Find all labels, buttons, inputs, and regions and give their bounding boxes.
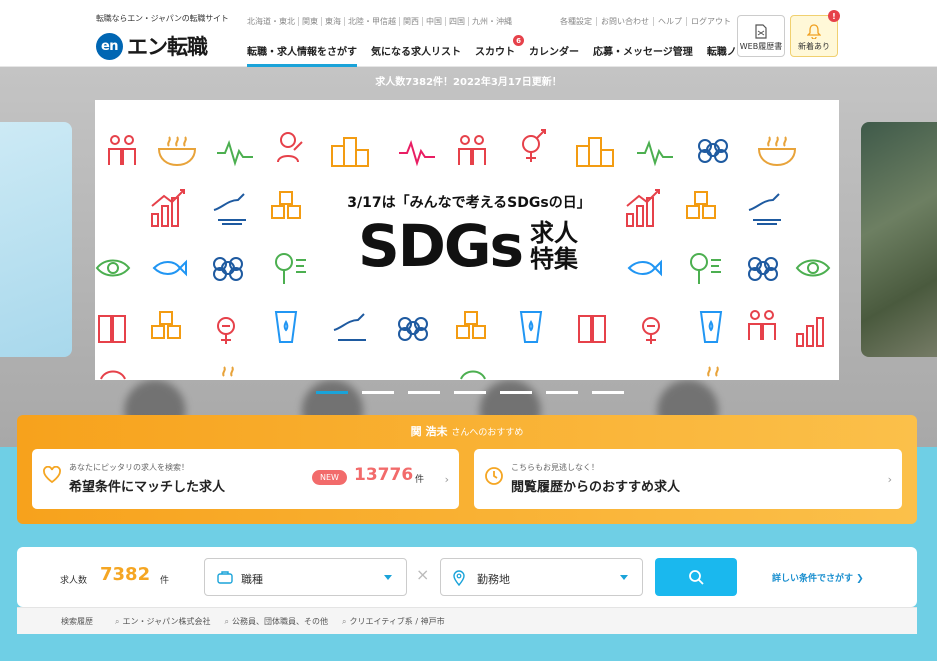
history-jobs-title: 閲覧履歴からのおすすめ求人 xyxy=(511,480,681,495)
times-icon: × xyxy=(416,565,430,584)
job-search-bar: 求人数 7382 件 職種 × 勤務地 詳しい条件でさがす ❯ xyxy=(17,547,917,607)
carousel-dot[interactable] xyxy=(362,391,394,394)
search-history-item[interactable]: エン・ジャパン株式会社 xyxy=(115,616,210,627)
matched-jobs-count: 13776 xyxy=(354,465,414,485)
carousel-dot[interactable] xyxy=(316,391,348,394)
carousel-dot[interactable] xyxy=(546,391,578,394)
new-badge: NEW xyxy=(312,470,347,485)
history-jobs-card[interactable]: こちらもお見逃しなく！ 閲覧履歴からのおすすめ求人 › xyxy=(474,449,902,509)
region-link[interactable]: 関西 xyxy=(399,17,422,26)
location-pin-icon xyxy=(453,570,465,586)
region-link[interactable]: 北陸・甲信越 xyxy=(344,17,399,26)
nav-saved-jobs[interactable]: 気になる求人リスト xyxy=(371,43,461,67)
nav-search-jobs[interactable]: 転職・求人情報をさがす xyxy=(247,43,357,67)
recommendation-title: 関 浩未 さんへのおすすめ xyxy=(17,423,917,439)
chevron-right-icon: › xyxy=(444,473,449,486)
settings-link[interactable]: 各種設定 xyxy=(560,17,596,26)
recommendation-suffix: さんへのおすすめ xyxy=(451,428,524,438)
advanced-search-link[interactable]: 詳しい条件でさがす ❯ xyxy=(772,571,864,584)
region-link[interactable]: 北海道・東北 xyxy=(247,17,298,26)
search-history-item[interactable]: 公務員、団体職員、その他 xyxy=(224,616,328,627)
banner-feature-text: 求人特集 xyxy=(530,219,579,273)
job-count-unit: 件 xyxy=(160,576,170,586)
web-resume-label: WEB履歴書 xyxy=(739,42,783,51)
banner-subtitle: 3/17は「みんなで考えるSDGsの日」 xyxy=(347,195,591,211)
nav-calendar[interactable]: カレンダー xyxy=(529,43,579,67)
chevron-down-icon xyxy=(620,575,628,580)
logo-mark: en xyxy=(96,32,123,60)
history-jobs-caption: こちらもお見逃しなく！ xyxy=(511,463,599,472)
job-type-value: 職種 xyxy=(241,573,263,586)
job-count-value: 7382 xyxy=(100,564,151,585)
search-button[interactable] xyxy=(655,558,737,596)
notification-badge: ! xyxy=(828,10,840,22)
contact-link[interactable]: お問い合わせ xyxy=(596,17,653,26)
recommendation-panel: 関 浩未 さんへのおすすめ あなたにピッタリの求人を検索！ 希望条件にマッチした… xyxy=(17,415,917,524)
utility-links: 各種設定 お問い合わせ ヘルプ ログアウト xyxy=(560,17,735,26)
prev-slide-preview[interactable] xyxy=(0,122,72,357)
sdgs-feature-banner[interactable]: 3/17は「みんなで考えるSDGsの日」 SDGs 求人特集 xyxy=(95,100,839,380)
main-nav: 転職・求人情報をさがす 気になる求人リスト スカウト 6 カレンダー 応募・メッ… xyxy=(247,35,781,67)
carousel-dot[interactable] xyxy=(454,391,486,394)
search-history: 検索履歴 エン・ジャパン株式会社 公務員、団体職員、その他 クリエイティブ系 /… xyxy=(17,607,917,634)
region-link[interactable]: 関東 xyxy=(298,17,321,26)
matched-jobs-caption: あなたにピッタリの求人を検索！ xyxy=(69,463,189,472)
job-count-notice: 求人数7382件！2022年3月17日更新！ xyxy=(375,77,562,88)
search-history-item[interactable]: クリエイティブ系 / 神戸市 xyxy=(342,616,444,627)
matched-jobs-card[interactable]: あなたにピッタリの求人を検索！ 希望条件にマッチした求人 NEW 13776 件… xyxy=(32,449,459,509)
location-select[interactable]: 勤務地 xyxy=(440,558,643,596)
document-icon xyxy=(755,24,767,39)
region-link[interactable]: 九州・沖縄 xyxy=(468,17,515,26)
search-history-label: 検索履歴 xyxy=(61,617,93,626)
search-history-items: エン・ジャパン株式会社 公務員、団体職員、その他 クリエイティブ系 / 神戸市 xyxy=(115,616,444,627)
carousel-dot[interactable] xyxy=(592,391,624,394)
help-link[interactable]: ヘルプ xyxy=(653,17,686,26)
matched-jobs-title: 希望条件にマッチした求人 xyxy=(69,480,226,495)
job-type-select[interactable]: 職種 xyxy=(204,558,407,596)
region-link[interactable]: 東海 xyxy=(321,17,344,26)
notification-button[interactable]: 新着あり ! xyxy=(790,10,840,57)
banner-headline: SDGs 求人特集 xyxy=(335,216,603,276)
notification-label: 新着あり xyxy=(798,42,830,51)
banner-sdgs-text: SDGs xyxy=(357,212,524,280)
next-slide-preview[interactable] xyxy=(861,122,937,357)
user-name: 関 浩未 xyxy=(410,425,448,438)
briefcase-icon xyxy=(217,571,233,584)
hero-carousel: ● ● ● ● 求人数7382件！2022年3月17日更新！ 3/17は「みんな… xyxy=(0,67,937,447)
nav-scout-label: スカウト xyxy=(475,47,515,58)
job-count-label: 求人数 xyxy=(60,576,88,586)
region-link[interactable]: 四国 xyxy=(445,17,468,26)
location-value: 勤務地 xyxy=(477,573,510,586)
carousel-dot[interactable] xyxy=(500,391,532,394)
region-links: 北海道・東北 関東 東海 北陸・甲信越 関西 中国 四国 九州・沖縄 xyxy=(247,17,515,26)
site-tagline: 転職ならエン・ジャパンの転職サイト xyxy=(96,14,229,23)
scout-count-badge: 6 xyxy=(513,35,524,46)
chevron-down-icon xyxy=(384,575,392,580)
matched-jobs-unit: 件 xyxy=(415,475,425,485)
banner-title-block: 3/17は「みんなで考えるSDGsの日」 SDGs 求人特集 xyxy=(335,188,603,282)
site-header: 転職ならエン・ジャパンの転職サイト en エン転職 北海道・東北 関東 東海 北… xyxy=(0,0,937,67)
clock-icon xyxy=(485,467,503,485)
search-icon xyxy=(689,570,704,585)
chevron-right-icon: › xyxy=(887,473,892,486)
carousel-indicators xyxy=(316,391,624,394)
bell-icon xyxy=(807,24,821,39)
heart-icon xyxy=(43,466,61,484)
carousel-dot[interactable] xyxy=(408,391,440,394)
logout-link[interactable]: ログアウト xyxy=(686,17,735,26)
logo-text: エン転職 xyxy=(127,35,208,59)
site-logo[interactable]: en エン転職 xyxy=(96,31,208,61)
web-resume-button[interactable]: WEB履歴書 xyxy=(737,15,785,57)
region-link[interactable]: 中国 xyxy=(422,17,445,26)
nav-scout[interactable]: スカウト 6 xyxy=(475,35,524,67)
nav-applications[interactable]: 応募・メッセージ管理 xyxy=(593,43,693,67)
